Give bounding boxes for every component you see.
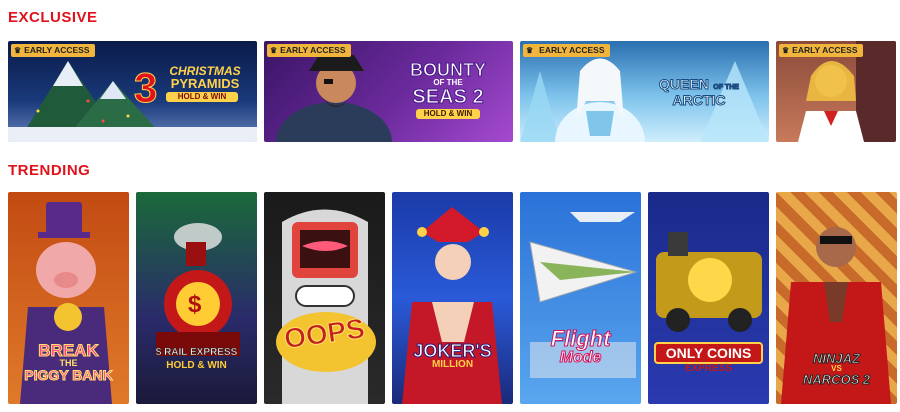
game-tile-only-coins-express[interactable]: ONLY COINS EXPRESS (648, 192, 769, 404)
trending-section-title: TRENDING (8, 162, 91, 179)
game-logo: JOKER'S MILLION (413, 341, 492, 370)
crown-icon: ♛ (14, 46, 22, 55)
game-tile-lady[interactable]: ♛ EARLY ACCESS (776, 41, 896, 142)
game-logo: BOUNTY OF THE SEAS 2 HOLD & WIN (410, 60, 487, 119)
jester-art (402, 207, 502, 404)
early-access-badge: ♛ EARLY ACCESS (267, 44, 351, 57)
game-logo: 3 CHRISTMAS PYRAMIDS HOLD & WIN (133, 64, 241, 111)
early-access-badge: ♛ EARLY ACCESS (523, 44, 610, 57)
game-logo: ONLY COINS EXPRESS (654, 342, 763, 374)
game-tile-jokers-million[interactable]: JOKER'S MILLION (392, 192, 513, 404)
crown-icon: ♛ (270, 46, 278, 55)
game-tile-bounty-of-the-seas-2[interactable]: ♛ EARLY ACCESS BOUNTY OF THE SEAS 2 HOLD … (264, 41, 513, 142)
early-access-badge: ♛ EARLY ACCESS (779, 44, 863, 57)
dollar-icon: $ (188, 291, 202, 318)
exclusive-section-title: EXCLUSIVE (8, 9, 98, 26)
early-access-badge: ♛ EARLY ACCESS (11, 44, 95, 57)
crown-icon: ♛ (782, 46, 790, 55)
game-logo: QUEEN OF THE ARCTIC (659, 76, 740, 108)
game-logo: NINJAZ VS NARCOS 2 (802, 351, 871, 387)
game-logo: $ RAIL EXPRESS HOLD & WIN (155, 347, 238, 371)
game-tile-rail-express[interactable]: $ $ RAIL EXPRESS HOLD & WIN (136, 192, 257, 404)
game-logo: BREAK THE PIGGY BANK (24, 341, 113, 383)
crown-icon: ♛ (526, 46, 534, 55)
game-tile-flight-mode[interactable]: Flight Mode (520, 192, 641, 404)
game-tile-christmas-pyramids[interactable]: ♛ EARLY ACCESS 3 CHRISTMAS PYRAMIDS HOLD … (8, 41, 257, 142)
exclusive-games-row: ♛ EARLY ACCESS 3 CHRISTMAS PYRAMIDS HOLD … (8, 41, 896, 142)
game-logo: Flight Mode (550, 326, 611, 366)
game-tile-oops[interactable]: OOPS (264, 192, 385, 404)
robot-art (276, 209, 376, 404)
game-tile-ninjaz-vs-narcos-2[interactable]: NINJAZ VS NARCOS 2 (776, 192, 897, 404)
paper-plane-art (529, 212, 638, 378)
trending-games-row: BREAK THE PIGGY BANK $ $ RAIL EXPRESS HO… (8, 192, 897, 404)
game-tile-queen-of-the-arctic[interactable]: ♛ EARLY ACCESS QUEEN OF THE ARCTIC (520, 41, 769, 142)
game-tile-break-the-piggy-bank[interactable]: BREAK THE PIGGY BANK (8, 192, 129, 404)
